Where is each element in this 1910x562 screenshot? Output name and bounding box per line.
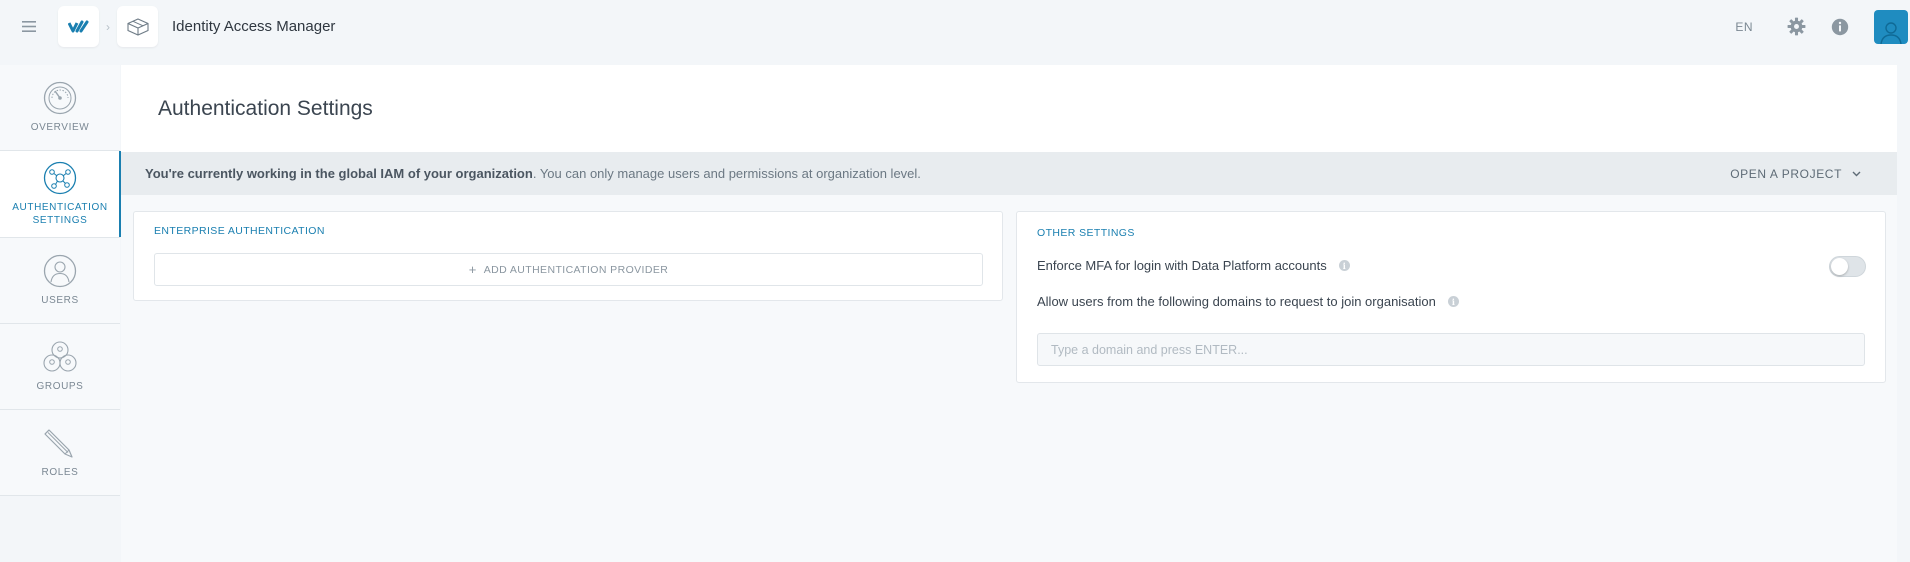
pencil-icon xyxy=(44,429,73,458)
menu-lines-icon xyxy=(22,21,36,32)
user-avatar[interactable] xyxy=(1874,9,1908,44)
sidebar-item-label: USERS xyxy=(41,295,79,306)
sidebar-item-label: AUTHENTICATION SETTINGS xyxy=(12,201,107,227)
sidebar-item-label-line1: AUTHENTICATION xyxy=(12,202,108,213)
org-notice-banner: You're currently working in the global I… xyxy=(121,152,1897,195)
toggle-knob xyxy=(1831,258,1848,275)
domain-input[interactable] xyxy=(1037,333,1865,366)
language-selector[interactable]: EN xyxy=(1735,20,1753,34)
mfa-toggle[interactable] xyxy=(1829,256,1866,277)
gear-icon[interactable] xyxy=(1786,17,1806,37)
top-bar-actions: EN xyxy=(1735,0,1910,53)
other-settings-title: OTHER SETTINGS xyxy=(1037,227,1135,239)
avatar-silhouette-icon xyxy=(1880,21,1902,44)
info-circle-icon xyxy=(1831,18,1849,35)
app-title: Identity Access Manager xyxy=(172,18,336,35)
cube-icon[interactable] xyxy=(117,6,158,47)
sidebar-item-label: OVERVIEW xyxy=(30,122,90,133)
mfa-label: Enforce MFA for login with Data Platform… xyxy=(1037,258,1327,273)
brand-mark-icon xyxy=(67,20,88,32)
brand-logo-icon[interactable] xyxy=(58,6,99,47)
sidebar-nav: OVERVIEW AUTHENTICATION SETTINGS USERS G… xyxy=(0,65,123,496)
chevron-down-icon xyxy=(1852,171,1861,176)
plus-icon: + xyxy=(468,262,477,277)
main-content: Authentication Settings You're currently… xyxy=(121,65,1897,562)
enterprise-authentication-card: ENTERPRISE AUTHENTICATION + ADD AUTHENTI… xyxy=(133,211,1003,301)
cube-outline-icon xyxy=(126,17,149,36)
breadcrumb-chevron-icon: › xyxy=(106,19,110,34)
open-project-dropdown[interactable]: OPEN A PROJECT xyxy=(1730,152,1861,195)
other-settings-card: OTHER SETTINGS Enforce MFA for login wit… xyxy=(1016,211,1886,383)
enterprise-authentication-title: ENTERPRISE AUTHENTICATION xyxy=(154,225,325,237)
page-header: Authentication Settings xyxy=(121,65,1897,152)
notice-rest-text: . You can only manage users and permissi… xyxy=(532,166,921,181)
add-provider-label: ADD AUTHENTICATION PROVIDER xyxy=(483,263,669,276)
sidebar-item-roles[interactable]: ROLES xyxy=(0,410,120,496)
sidebar-item-overview[interactable]: OVERVIEW xyxy=(0,65,120,151)
domains-label: Allow users from the following domains t… xyxy=(1037,294,1436,309)
domains-setting-row: Allow users from the following domains t… xyxy=(1037,294,1459,309)
gauge-icon xyxy=(43,81,77,115)
top-bar: › Identity Access Manager EN xyxy=(0,0,1910,53)
page-title: Authentication Settings xyxy=(158,96,373,120)
notice-text: You're currently working in the global I… xyxy=(145,166,921,181)
info-icon[interactable]: i xyxy=(1338,260,1350,271)
add-authentication-provider-button[interactable]: + ADD AUTHENTICATION PROVIDER xyxy=(154,253,983,286)
group-icon xyxy=(43,341,77,372)
sidebar-item-groups[interactable]: GROUPS xyxy=(0,324,120,410)
info-icon[interactable] xyxy=(1830,17,1850,37)
sidebar-item-authentication-settings[interactable]: AUTHENTICATION SETTINGS xyxy=(0,151,123,238)
hamburger-icon[interactable] xyxy=(0,0,58,53)
mfa-setting-row: Enforce MFA for login with Data Platform… xyxy=(1037,258,1350,273)
user-icon xyxy=(43,254,77,288)
settings-cog-icon xyxy=(1787,17,1805,36)
sidebar-item-users[interactable]: USERS xyxy=(0,238,120,324)
network-icon xyxy=(43,161,77,195)
notice-bold-text: You're currently working in the global I… xyxy=(145,166,533,181)
sidebar-item-label-line2: SETTINGS xyxy=(32,215,88,226)
sidebar-item-label: GROUPS xyxy=(36,381,84,392)
sidebar-item-label: ROLES xyxy=(41,467,79,478)
open-project-label: OPEN A PROJECT xyxy=(1730,166,1842,181)
info-icon[interactable]: i xyxy=(1447,296,1459,307)
